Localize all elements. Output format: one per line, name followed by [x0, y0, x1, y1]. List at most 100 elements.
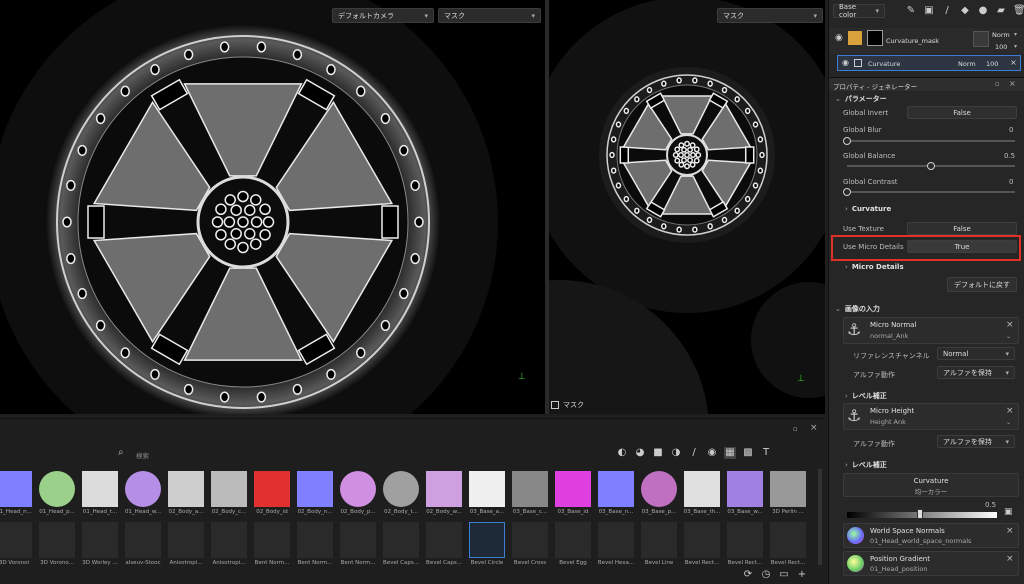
shelf-thumbnail[interactable] — [211, 471, 247, 507]
shelf-thumbnail[interactable] — [254, 471, 290, 507]
layer-row-mask[interactable]: ◉ Curvature_mask Norm ▾ 100 ▾ — [829, 28, 1024, 54]
close-icon[interactable]: × — [1010, 58, 1017, 67]
close-icon[interactable]: × — [1006, 554, 1014, 564]
shelf-thumbnail[interactable] — [168, 471, 204, 507]
shelf-thumbnail[interactable] — [340, 522, 376, 558]
shelf-thumbnail[interactable] — [39, 522, 75, 558]
filter-masks-icon[interactable]: ■ — [652, 447, 664, 459]
shelf-thumbnail[interactable] — [383, 471, 419, 507]
new-folder-icon[interactable]: ▭ — [778, 569, 790, 581]
shelf-thumbnail[interactable] — [598, 522, 634, 558]
shelf-thumbnail[interactable] — [82, 522, 118, 558]
shelf-thumbnail[interactable] — [0, 522, 32, 558]
main-channel-select[interactable]: マスク ▾ — [438, 8, 541, 23]
micro-normal-slot[interactable]: ⚓ Micro Normal normal_Ank × ⌄ — [843, 317, 1019, 344]
layer-row-curvature[interactable]: ◉ Curvature Norm 100 × — [837, 55, 1021, 71]
effect-opacity[interactable]: 100 — [986, 60, 998, 68]
history-icon[interactable]: ◷ — [760, 569, 772, 581]
search-icon[interactable]: ⌕ — [118, 447, 124, 458]
filter-environments-icon[interactable]: ▩ — [742, 447, 754, 459]
chevron-down-icon[interactable]: ⌄ — [1006, 333, 1011, 340]
viewport-2d[interactable]: ⊥ マスク — [549, 0, 825, 414]
shelf-thumbnail[interactable] — [770, 522, 806, 558]
shelf-thumbnail[interactable] — [39, 471, 75, 507]
mask-thumbnail[interactable] — [867, 30, 883, 46]
shelf-thumbnail[interactable] — [469, 471, 505, 507]
micro-height-slot[interactable]: ⚓ Micro Height Height Ank × ⌄ — [843, 403, 1019, 430]
global-contrast-slider[interactable] — [847, 191, 1015, 193]
position-gradient-slot[interactable]: Position Gradient 01_Head_position × — [843, 551, 1019, 576]
shelf-thumbnail[interactable] — [426, 471, 462, 507]
slider-knob[interactable] — [843, 137, 851, 145]
add-group-icon[interactable]: ● — [977, 5, 989, 17]
shelf-thumbnail[interactable] — [727, 522, 763, 558]
global-invert-toggle[interactable]: False — [907, 106, 1017, 119]
world-space-normals-slot[interactable]: World Space Normals 01_Head_world_space_… — [843, 523, 1019, 548]
shelf-thumbnail[interactable] — [641, 522, 677, 558]
shelf-thumbnail[interactable] — [555, 522, 591, 558]
fill-layer-icon[interactable]: ◆ — [959, 5, 971, 17]
viewport-3d[interactable]: ⊥ — [0, 0, 545, 414]
shelf-thumbnail[interactable] — [383, 522, 419, 558]
shelf-thumbnail[interactable] — [0, 471, 32, 507]
filter-textures-icon[interactable]: ▦ — [724, 447, 736, 459]
checkbox-icon[interactable] — [551, 401, 559, 409]
shelf-thumbnail[interactable] — [340, 471, 376, 507]
shelf-thumbnail[interactable] — [426, 522, 462, 558]
filter-brushes-icon[interactable]: / — [688, 447, 700, 459]
paint-layer-icon[interactable]: / — [941, 5, 953, 17]
global-blur-value[interactable]: 0 — [1009, 126, 1013, 134]
curvature-section-header[interactable]: › Curvature — [845, 205, 891, 213]
filter-smart-materials-icon[interactable]: ◕ — [634, 447, 646, 459]
filter-alphas-icon[interactable]: ◉ — [706, 447, 718, 459]
shelf-thumbnail[interactable] — [168, 522, 204, 558]
viewport-2d-channel-select[interactable]: マスク ▾ — [717, 8, 823, 23]
use-micro-details-toggle[interactable]: True — [907, 240, 1017, 253]
shelf-thumbnail[interactable] — [684, 522, 720, 558]
close-icon[interactable]: × — [1006, 526, 1014, 536]
slider-knob[interactable] — [843, 188, 851, 196]
gradient-handle[interactable] — [917, 509, 923, 519]
shelf-thumbnail[interactable] — [727, 471, 763, 507]
chevron-down-icon[interactable]: ⌄ — [1006, 419, 1011, 426]
layer-channel-select[interactable]: Base color ▾ — [833, 3, 885, 19]
image-inputs-section-header[interactable]: ⌄ 画像の入力 — [835, 304, 880, 314]
close-icon[interactable]: × — [1006, 320, 1014, 330]
filter-materials-icon[interactable]: ◐ — [616, 447, 628, 459]
shelf-thumbnail[interactable] — [211, 522, 247, 558]
shelf-thumbnail[interactable] — [469, 522, 505, 558]
level-adjust-1-header[interactable]: › レベル補正 — [845, 391, 887, 401]
alpha-mode-2-select[interactable]: アルファを保持 ▾ — [937, 435, 1015, 448]
uv-mode-toggle[interactable]: マスク — [551, 400, 584, 410]
params-section-header[interactable]: ⌄ パラメーター — [835, 94, 887, 104]
shelf-thumbnail[interactable] — [297, 522, 333, 558]
global-balance-value[interactable]: 0.5 — [1004, 152, 1015, 160]
shelf-thumbnail[interactable] — [641, 471, 677, 507]
folder-icon[interactable]: ▰ — [995, 5, 1007, 17]
visibility-eye-icon[interactable]: ◉ — [835, 33, 843, 43]
shelf-thumbnail[interactable] — [770, 471, 806, 507]
reference-channel-select[interactable]: Normal ▾ — [937, 347, 1015, 360]
global-contrast-value[interactable]: 0 — [1009, 178, 1013, 186]
micro-details-section-header[interactable]: › Micro Details — [845, 263, 904, 271]
reset-defaults-button[interactable]: デフォルトに戻す — [947, 277, 1017, 292]
filter-generators-icon[interactable]: ◑ — [670, 447, 682, 459]
shelf-thumbnail[interactable] — [82, 471, 118, 507]
shelf-thumbnail[interactable] — [512, 471, 548, 507]
add-effect-icon[interactable]: ✎ — [905, 5, 917, 17]
effect-blend[interactable]: Norm — [958, 60, 976, 68]
shelf-thumbnail[interactable] — [512, 522, 548, 558]
alpha-mode-1-select[interactable]: アルファを保持 ▾ — [937, 366, 1015, 379]
global-blur-slider[interactable] — [847, 140, 1015, 142]
shelf-thumbnail[interactable] — [125, 471, 161, 507]
add-icon[interactable]: + — [796, 569, 808, 581]
refresh-icon[interactable]: ⟳ — [742, 569, 754, 581]
dock-icon[interactable]: ▫ — [793, 425, 798, 433]
shelf-thumbnail[interactable] — [125, 522, 161, 558]
filter-text-icon[interactable]: T — [760, 447, 772, 459]
shelf-thumbnail[interactable] — [297, 471, 333, 507]
shelf-thumbnail[interactable] — [598, 471, 634, 507]
delete-icon[interactable]: 🗑 — [1013, 5, 1024, 17]
gradient-picker-icon[interactable]: ▣ — [1004, 507, 1013, 517]
slider-knob[interactable] — [927, 162, 935, 170]
